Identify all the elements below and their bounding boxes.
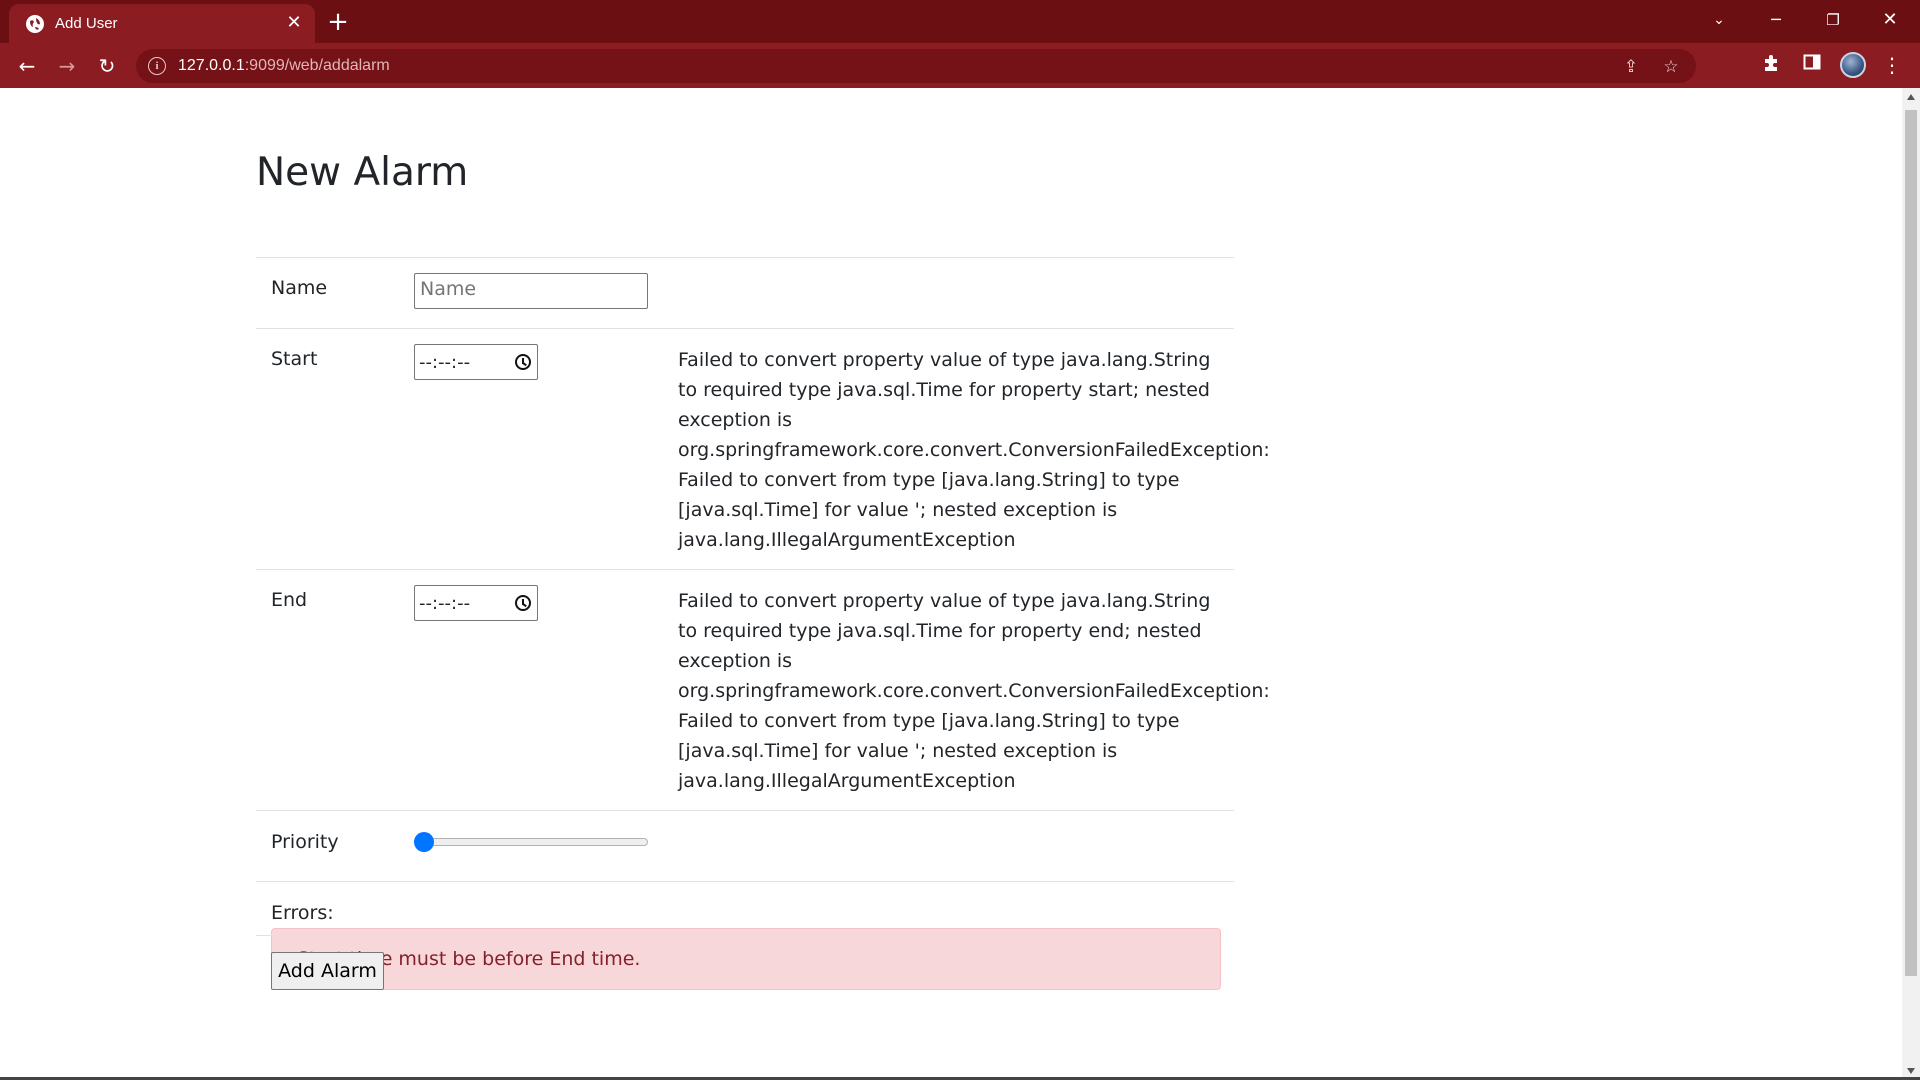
page-title: New Alarm	[256, 150, 469, 195]
submit-row: Add Alarm	[256, 935, 400, 990]
start-error-text: Failed to convert property value of type…	[678, 349, 1270, 551]
globe-icon	[26, 15, 44, 33]
end-row: End --:--:-- Failed to convert property …	[256, 569, 1270, 810]
error-alert: Start time must be before End time.	[271, 928, 1221, 990]
end-time-input[interactable]: --:--:--	[414, 585, 538, 621]
tab-search-icon[interactable]: ⌄	[1691, 0, 1747, 40]
end-error-text: Failed to convert property value of type…	[678, 590, 1270, 792]
menu-kebab-icon[interactable]: ⋮	[1880, 53, 1904, 77]
page-content: New Alarm Name Name Start --:--:-- Faile…	[0, 88, 1902, 1080]
site-info-icon[interactable]: i	[148, 57, 166, 75]
slider-track[interactable]	[414, 838, 648, 846]
forward-icon[interactable]: →	[52, 51, 82, 81]
scroll-down-arrow-icon[interactable]	[1907, 1068, 1915, 1074]
name-label: Name	[271, 277, 328, 299]
start-time-value: --:--:--	[419, 352, 471, 373]
close-window-button[interactable]: ✕	[1862, 0, 1918, 40]
name-row: Name Name	[256, 257, 1234, 328]
url-text: 127.0.0.1:9099/web/addalarm	[178, 57, 390, 74]
tab-strip: Add User ✕ + ⌄ ─ ❐ ✕	[0, 0, 1920, 43]
priority-label: Priority	[271, 831, 339, 853]
clock-icon[interactable]	[515, 595, 531, 611]
end-time-value: --:--:--	[419, 593, 471, 614]
start-label: Start	[271, 348, 318, 370]
restore-button[interactable]: ❐	[1805, 0, 1861, 40]
vertical-scrollbar[interactable]	[1902, 88, 1920, 1080]
clock-icon[interactable]	[515, 354, 531, 370]
address-bar[interactable]: i 127.0.0.1:9099/web/addalarm ⇪ ☆	[136, 49, 1696, 83]
alarm-form: Name Name Start --:--:-- Failed to conve…	[256, 257, 1270, 1024]
slider-thumb[interactable]	[414, 832, 434, 852]
side-panel-icon[interactable]	[1800, 53, 1824, 77]
minimize-button[interactable]: ─	[1748, 0, 1804, 40]
scroll-thumb[interactable]	[1905, 110, 1917, 976]
extensions-puzzle-icon[interactable]	[1760, 53, 1784, 77]
name-input[interactable]: Name	[414, 273, 648, 309]
priority-slider[interactable]	[414, 832, 648, 852]
end-label: End	[271, 589, 308, 611]
close-tab-icon[interactable]: ✕	[283, 12, 305, 34]
browser-tab[interactable]: Add User ✕	[9, 4, 315, 43]
scroll-up-arrow-icon[interactable]	[1907, 94, 1915, 100]
share-icon[interactable]: ⇪	[1622, 58, 1640, 76]
browser-toolbar: ← → ↻ i 127.0.0.1:9099/web/addalarm ⇪ ☆ …	[0, 43, 1920, 88]
reload-icon[interactable]: ↻	[92, 51, 122, 81]
errors-row: Errors: Start time must be before End ti…	[256, 881, 1234, 1024]
start-time-input[interactable]: --:--:--	[414, 344, 538, 380]
new-tab-button[interactable]: +	[324, 8, 352, 36]
bookmark-star-icon[interactable]: ☆	[1662, 58, 1680, 76]
add-alarm-button[interactable]: Add Alarm	[271, 952, 384, 990]
start-row: Start --:--:-- Failed to convert propert…	[256, 328, 1270, 569]
priority-row: Priority	[256, 810, 1234, 881]
profile-avatar[interactable]	[1840, 52, 1866, 78]
back-icon[interactable]: ←	[12, 51, 42, 81]
errors-label: Errors:	[271, 902, 334, 924]
tab-title: Add User	[55, 15, 118, 32]
